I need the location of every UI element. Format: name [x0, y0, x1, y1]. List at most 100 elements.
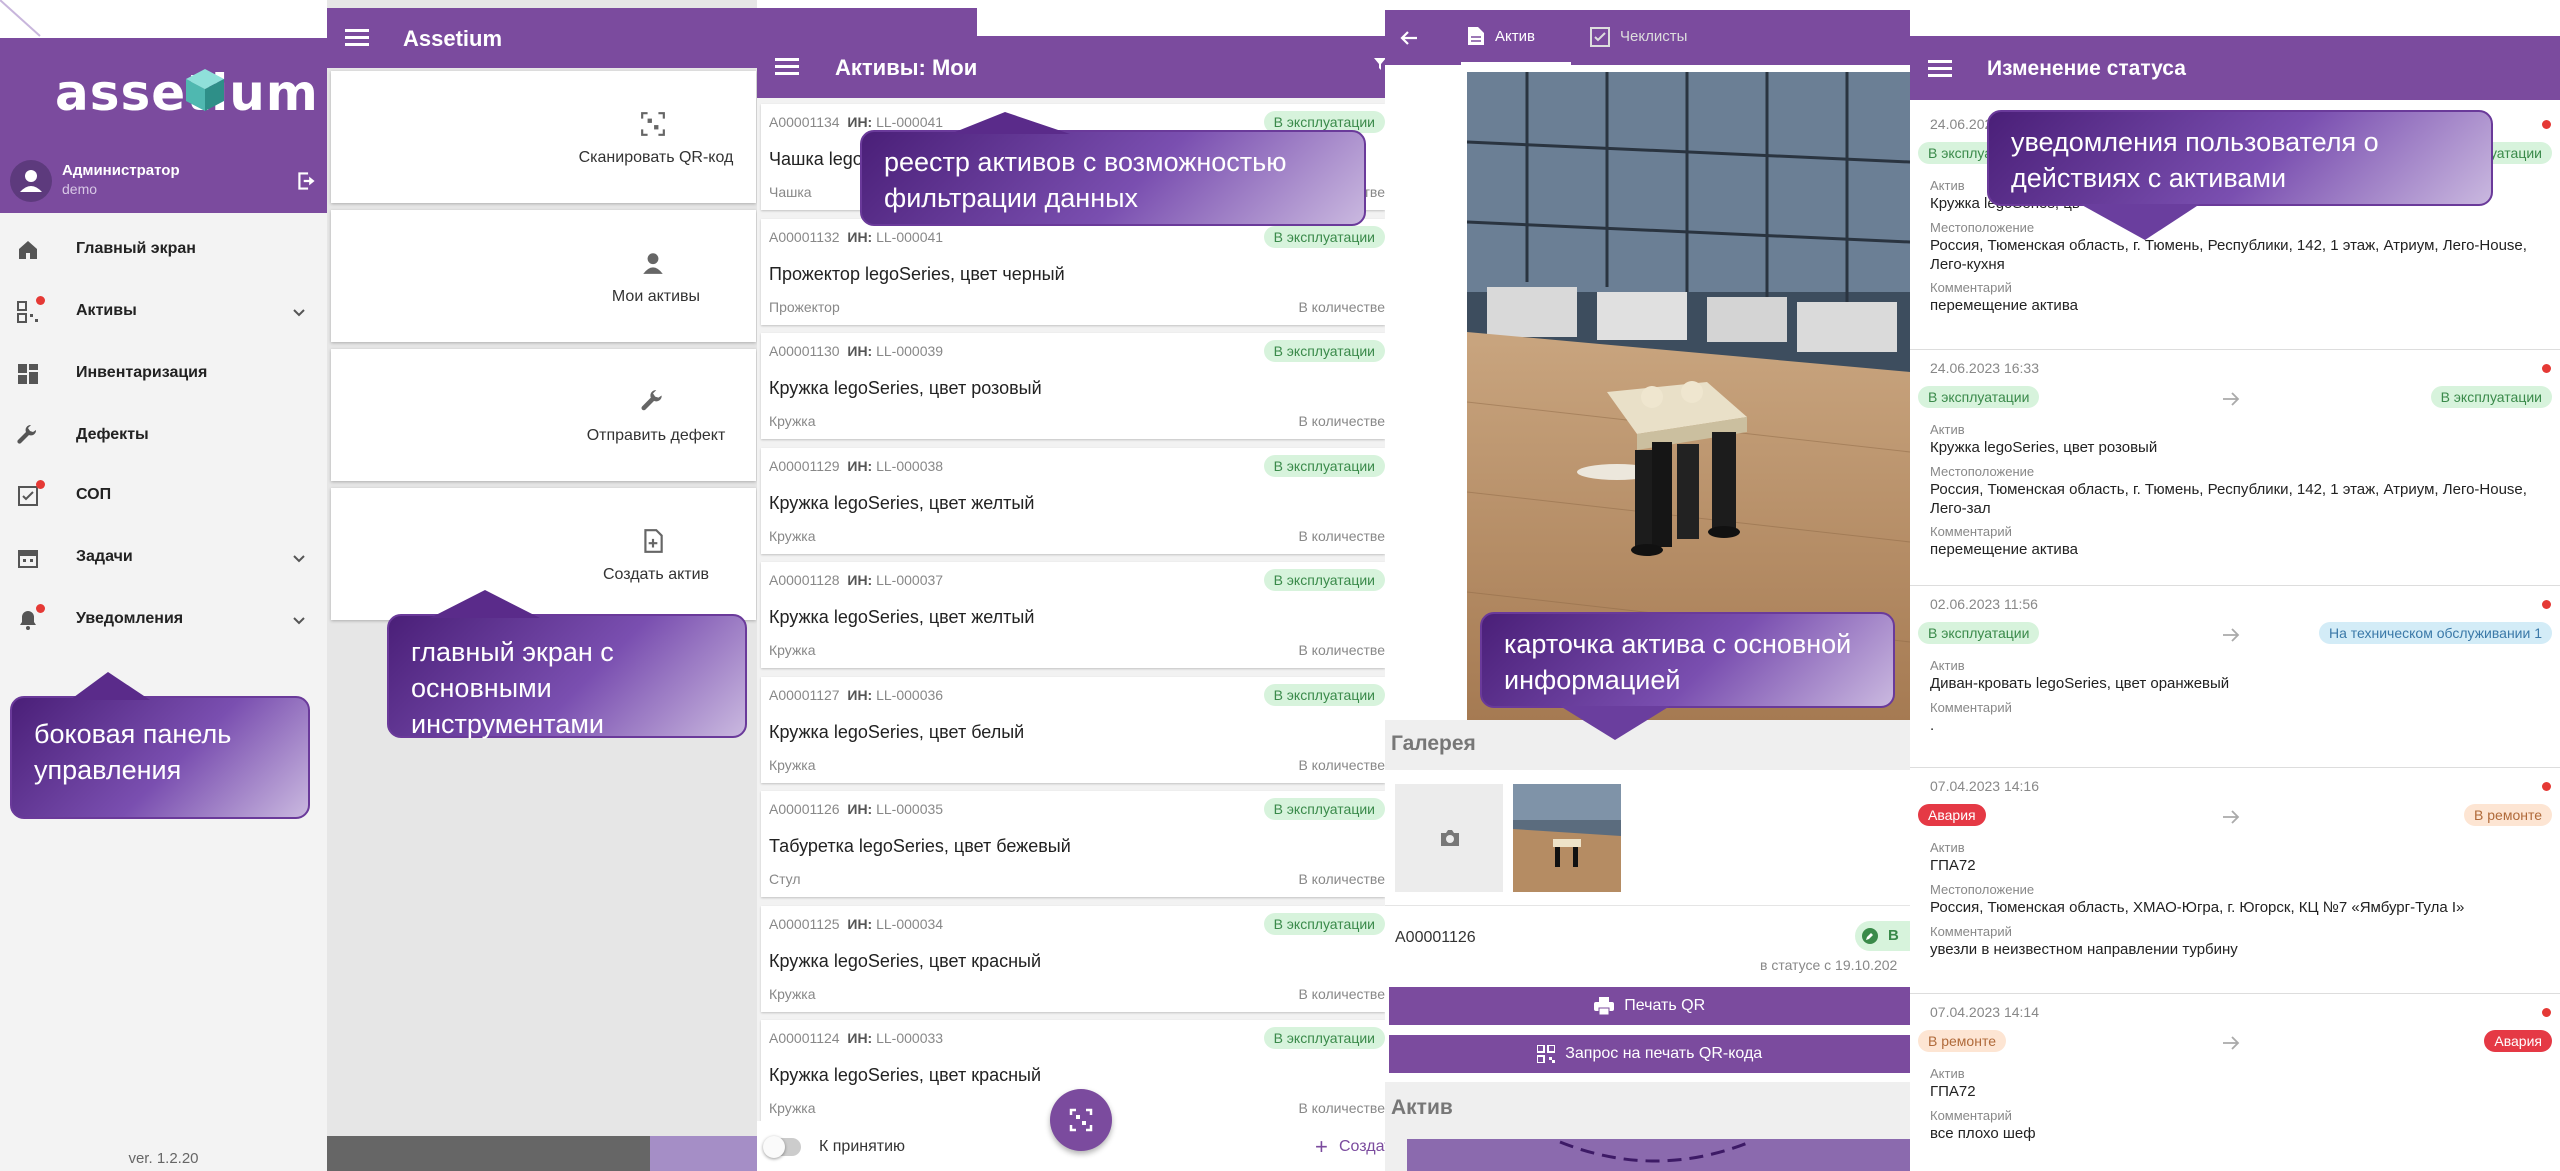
asset-name: Кружка legoSeries, цвет красный	[769, 1065, 1042, 1085]
gallery-thumbnail[interactable]	[1513, 784, 1621, 892]
tab-checklists[interactable]: Чеклисты	[1590, 10, 1720, 65]
checkbox-icon	[1590, 27, 1610, 47]
nav-item-tasks[interactable]: Задачи	[0, 528, 327, 588]
menu-icon[interactable]	[345, 29, 369, 47]
asset-id: A00001130 ИН: LL-000039	[769, 343, 944, 359]
tile-create-asset[interactable]: Создать актив	[331, 488, 756, 620]
nav-label: Инвентаризация	[76, 364, 208, 381]
tile-send-defect[interactable]: Отправить дефект	[331, 349, 756, 481]
status-change-item[interactable]: 07.04.2023 14:16 Авария В ремонте Актив ГПА7…	[1910, 768, 2560, 994]
main-title: Assetium	[403, 26, 503, 51]
nav-label: Главный экран	[76, 240, 196, 257]
app-version: ver. 1.2.20	[128, 1150, 199, 1167]
user-block: Администратор demo	[10, 160, 320, 202]
from-status-badge: Авария	[1918, 804, 1986, 826]
qr-scan-icon	[1069, 1108, 1093, 1132]
asset-list-item[interactable]: A00001127 ИН: LL-000036 В эксплуатации Кру…	[761, 676, 1385, 783]
asset-list-item[interactable]: A00001125 ИН: LL-000034 В эксплуатации Кру…	[761, 905, 1385, 1012]
comment-label: Комментарий	[1930, 924, 2012, 939]
asset-label: Актив	[1930, 1066, 1965, 1081]
callout-pointer	[70, 672, 150, 700]
calendar-icon	[18, 550, 38, 568]
plus-icon: +	[1315, 1134, 1328, 1159]
tile-my-assets[interactable]: Мои активы	[331, 210, 756, 342]
tab-asset[interactable]: Актив	[1461, 10, 1571, 65]
to-status-badge: В ремонте	[2464, 804, 2552, 826]
tile-scan-qr[interactable]: Сканировать QR-код	[331, 71, 756, 203]
status-screen: Изменение статуса 24.06.2023 В эксплуатац…	[1910, 36, 2560, 1171]
home-icon	[19, 241, 37, 259]
filter-icon[interactable]	[1374, 58, 1385, 70]
menu-icon[interactable]	[1928, 60, 1952, 78]
asset-type: Кружка	[769, 642, 816, 658]
status-title: Изменение статуса	[1987, 57, 2186, 80]
asset-list-item[interactable]: A00001132 ИН: LL-000041 В эксплуатации Про…	[761, 218, 1385, 325]
nav-item-home[interactable]: Главный экран	[0, 220, 327, 280]
unread-dot	[2542, 1008, 2551, 1017]
status-since: в статусе с 19.10.202	[1760, 957, 1898, 973]
status-badge[interactable]: В	[1855, 921, 1910, 951]
asset-type: Кружка	[769, 756, 816, 773]
nav-item-defects[interactable]: Дефекты	[0, 406, 327, 466]
asset-id: A00001126 ИН: LL-000035	[769, 801, 944, 817]
comment-value: .	[1930, 717, 1935, 734]
asset-quantity-mode: В количестве	[1298, 985, 1385, 1002]
callout-pointer	[1560, 706, 1670, 740]
asset-value: ГПА72	[1930, 1083, 1976, 1100]
callout-asset-card: карточка актива с основной информацией	[1480, 612, 1895, 708]
request-qr-label: Запрос на печать QR-кода	[1565, 1045, 1763, 1062]
from-status-badge: В эксплуатации	[1918, 386, 2040, 408]
asset-type: Кружка	[769, 985, 816, 1002]
status-change-item[interactable]: 02.06.2023 11:56 В эксплуатации На техниче…	[1910, 586, 2560, 768]
asset-list-item[interactable]: A00001130 ИН: LL-000039 В эксплуатации Кру…	[761, 333, 1385, 439]
nav-item-notifications[interactable]: Уведомления	[0, 590, 327, 650]
comment-value: все плохо шеф	[1930, 1125, 2036, 1142]
location-label: Местоположение	[1930, 220, 2035, 235]
card-header: Актив Чеклисты	[1385, 10, 1910, 65]
status-change-item[interactable]: 07.04.2023 14:14 В ремонте Авария Актив ГПА7…	[1910, 994, 2560, 1171]
asset-section-title: Актив	[1391, 1096, 1453, 1119]
asset-type: Прожектор	[769, 298, 840, 315]
list-header: Активы: Мои	[757, 36, 1385, 98]
request-qr-button[interactable]: Запрос на печать QR-кода	[1389, 1035, 1910, 1073]
asset-quantity-mode: В количестве	[1298, 298, 1385, 315]
print-qr-button[interactable]: Печать QR	[1389, 987, 1910, 1025]
nav-item-sop[interactable]: СОП	[0, 466, 327, 526]
callout-text: карточка актива с основной информацией	[1504, 629, 1852, 695]
to-status-badge: В эксплуатации	[2430, 386, 2552, 408]
tile-label: Мои активы	[611, 288, 701, 305]
asset-list-item[interactable]: A00001129 ИН: LL-000038 В эксплуатации Кру…	[761, 447, 1385, 554]
asset-card-screen: Актив Чеклисты Галерея A00001126 В в ста…	[1385, 10, 1910, 1171]
nav-item-inventory[interactable]: Инвентаризация	[0, 344, 327, 404]
scan-fab-button[interactable]	[1050, 1089, 1112, 1151]
chevron-down-icon[interactable]	[291, 550, 307, 566]
menu-icon[interactable]	[775, 58, 799, 76]
callout-text: уведомления пользователя о действиях с а…	[2011, 127, 2379, 193]
logout-icon[interactable]	[294, 168, 320, 194]
asset-quantity-mode: В количестве	[1298, 413, 1385, 429]
tile-label: Сканировать QR-код	[578, 149, 734, 166]
pencil-icon	[1862, 928, 1878, 944]
callout-text: боковая панель управления	[34, 719, 232, 785]
asset-name: Прожектор legoSeries, цвет черный	[769, 263, 1065, 284]
status-header: Изменение статуса	[1910, 36, 2560, 100]
chevron-down-icon[interactable]	[291, 612, 307, 628]
chevron-down-icon[interactable]	[291, 304, 307, 320]
nav-item-assets[interactable]: Активы	[0, 282, 327, 342]
add-file-icon	[644, 529, 663, 553]
to-status-badge: На техническом обслуживании 1	[2318, 622, 2552, 644]
create-button[interactable]: Создать	[1339, 1138, 1385, 1156]
asset-name: Кружка legoSeries, цвет красный	[769, 950, 1042, 971]
side-panel: assetium Администратор demo Главный экра…	[0, 0, 327, 1171]
asset-quantity-mode: В количестве	[1298, 642, 1385, 658]
back-arrow-icon[interactable]	[1399, 28, 1419, 48]
status-change-item[interactable]: 24.06.2023 16:33 В эксплуатации В эксплуат…	[1910, 350, 2560, 586]
location-label: Местоположение	[1930, 464, 2035, 479]
accept-toggle[interactable]	[763, 1136, 801, 1158]
avatar[interactable]	[10, 160, 52, 202]
add-photo-button[interactable]	[1395, 784, 1503, 892]
location-value: Россия, Тюменская область, г. Тюмень, Ре…	[1930, 481, 2527, 517]
asset-list-item[interactable]: A00001126 ИН: LL-000035 В эксплуатации Таб…	[761, 791, 1385, 897]
comment-value: увезли в неизвестном направлении турбину	[1930, 941, 2238, 958]
asset-list-item[interactable]: A00001128 ИН: LL-000037 В эксплуатации Кру…	[761, 562, 1385, 668]
